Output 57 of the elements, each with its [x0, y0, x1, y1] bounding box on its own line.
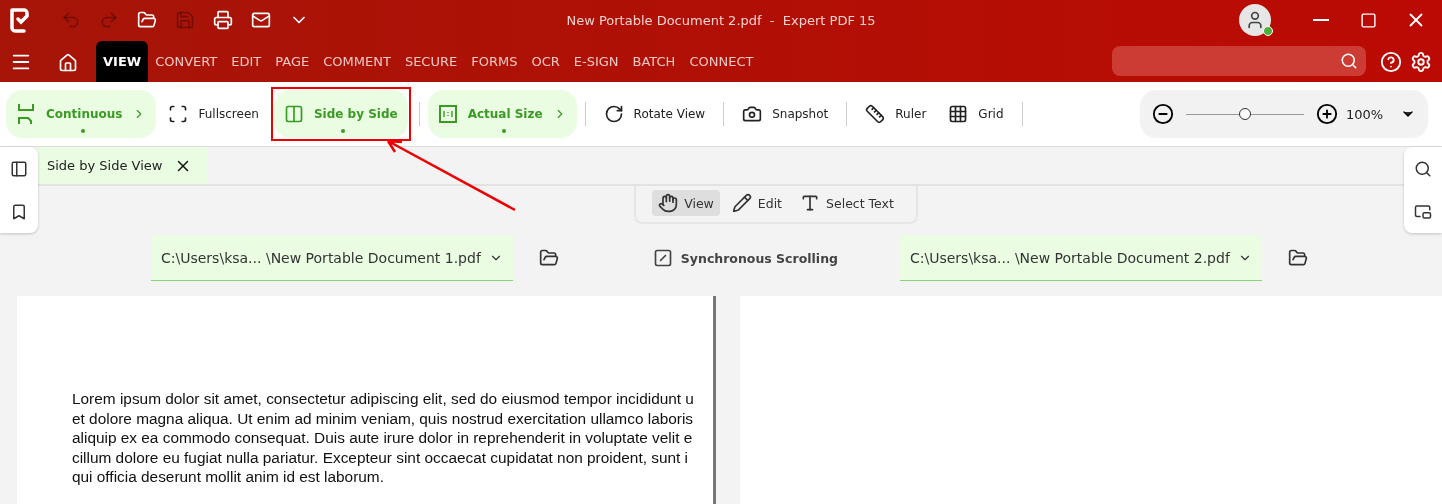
- pdf-text-line: cillum dolore eu fugiat nulla pariatur. Excepteur sint occaecat cupidatat non proident, sunt i: [72, 447, 689, 467]
- undo-icon: [61, 10, 81, 30]
- toolbar-button[interactable]: Grid: [938, 90, 1014, 138]
- fullscreen-icon: [168, 104, 189, 124]
- menu-tab[interactable]: SECURE: [397, 41, 465, 82]
- mode-button[interactable]: View: [652, 190, 720, 216]
- document-tab[interactable]: Side by Side View: [38, 147, 209, 184]
- menu-tab[interactable]: BATCH: [625, 41, 683, 82]
- toolbar-button[interactable]: Fullscreen: [158, 90, 269, 138]
- toolbar-button[interactable]: Ruler: [855, 90, 937, 138]
- printer-icon: [213, 10, 233, 30]
- rotate-icon: [603, 104, 624, 124]
- app-logo: [8, 7, 30, 33]
- menu-tab[interactable]: COMMENT: [316, 41, 398, 82]
- menu-tab[interactable]: PAGE: [268, 41, 317, 82]
- pdf-text-line: Lorem ipsum dolor sit amet, consectetur adipiscing elit, sed do eiusmod tempor incididunt u: [72, 389, 695, 409]
- zoom-out-icon: [1152, 103, 1174, 125]
- pdf-text-line: aliquip ex ea commodo consequat. Duis aute irure dolor in reprehenderit in voluptate velit e: [72, 428, 694, 448]
- minimize-icon: [1313, 19, 1329, 21]
- file-dropdown[interactable]: C:\Users\ksa... \New Portable Document 1.pdf: [151, 235, 513, 281]
- menu-tab[interactable]: OCR: [524, 41, 567, 82]
- columns-icon: [283, 104, 304, 124]
- pencil-icon: [731, 193, 752, 213]
- ruler-icon: [865, 104, 886, 124]
- document-tab-label: Side by Side View: [47, 158, 163, 173]
- mode-button[interactable]: Select Text: [794, 190, 900, 216]
- zoom-value: 100%: [1346, 106, 1384, 122]
- mail-icon: [251, 10, 271, 30]
- zoom-in-icon: [1316, 103, 1338, 125]
- menu-tab[interactable]: CONVERT: [148, 41, 225, 82]
- maximize-icon: [1360, 11, 1377, 29]
- search-icon: [1340, 52, 1358, 70]
- mode-button[interactable]: Edit: [725, 190, 789, 216]
- pdf-text-line: et dolore magna aliqua. Ut enim ad minim veniam, quis nostrud exercitation ullamco laboris: [72, 408, 695, 428]
- menu-tab[interactable]: CONNECT: [682, 41, 761, 82]
- grid-icon: [948, 104, 969, 124]
- user-avatar[interactable]: [1239, 4, 1271, 36]
- menu-tab[interactable]: FORMS: [464, 41, 525, 82]
- toolbar-button[interactable]: Snapshot: [732, 90, 839, 138]
- sync-scrolling-button[interactable]: Synchronous Scrolling: [646, 247, 844, 269]
- actual-size-icon: [437, 104, 458, 124]
- slashed-page-icon: [652, 248, 673, 268]
- continuous-icon: [16, 103, 36, 125]
- save-icon: [175, 10, 195, 30]
- window-title: New Portable Document 2.pdf - Expert PDF 15: [565, 12, 877, 28]
- menu-tab[interactable]: E-SIGN: [566, 41, 626, 82]
- redo-icon: [99, 10, 119, 30]
- search-field[interactable]: [1112, 46, 1366, 76]
- pdf-text-line: qui officia deserunt mollit anim id est laborum.: [72, 467, 385, 487]
- file-dropdown[interactable]: C:\Users\ksa... \New Portable Document 2.pdf: [900, 235, 1262, 281]
- menu-tab[interactable]: VIEW: [96, 41, 149, 82]
- folder-icon: [137, 10, 157, 30]
- toolbar-button[interactable]: Rotate View: [593, 90, 716, 138]
- text-cursor-icon: [800, 193, 821, 213]
- hand-icon: [658, 193, 679, 213]
- camera-icon: [742, 104, 763, 124]
- menu-tab[interactable]: EDIT: [224, 41, 269, 82]
